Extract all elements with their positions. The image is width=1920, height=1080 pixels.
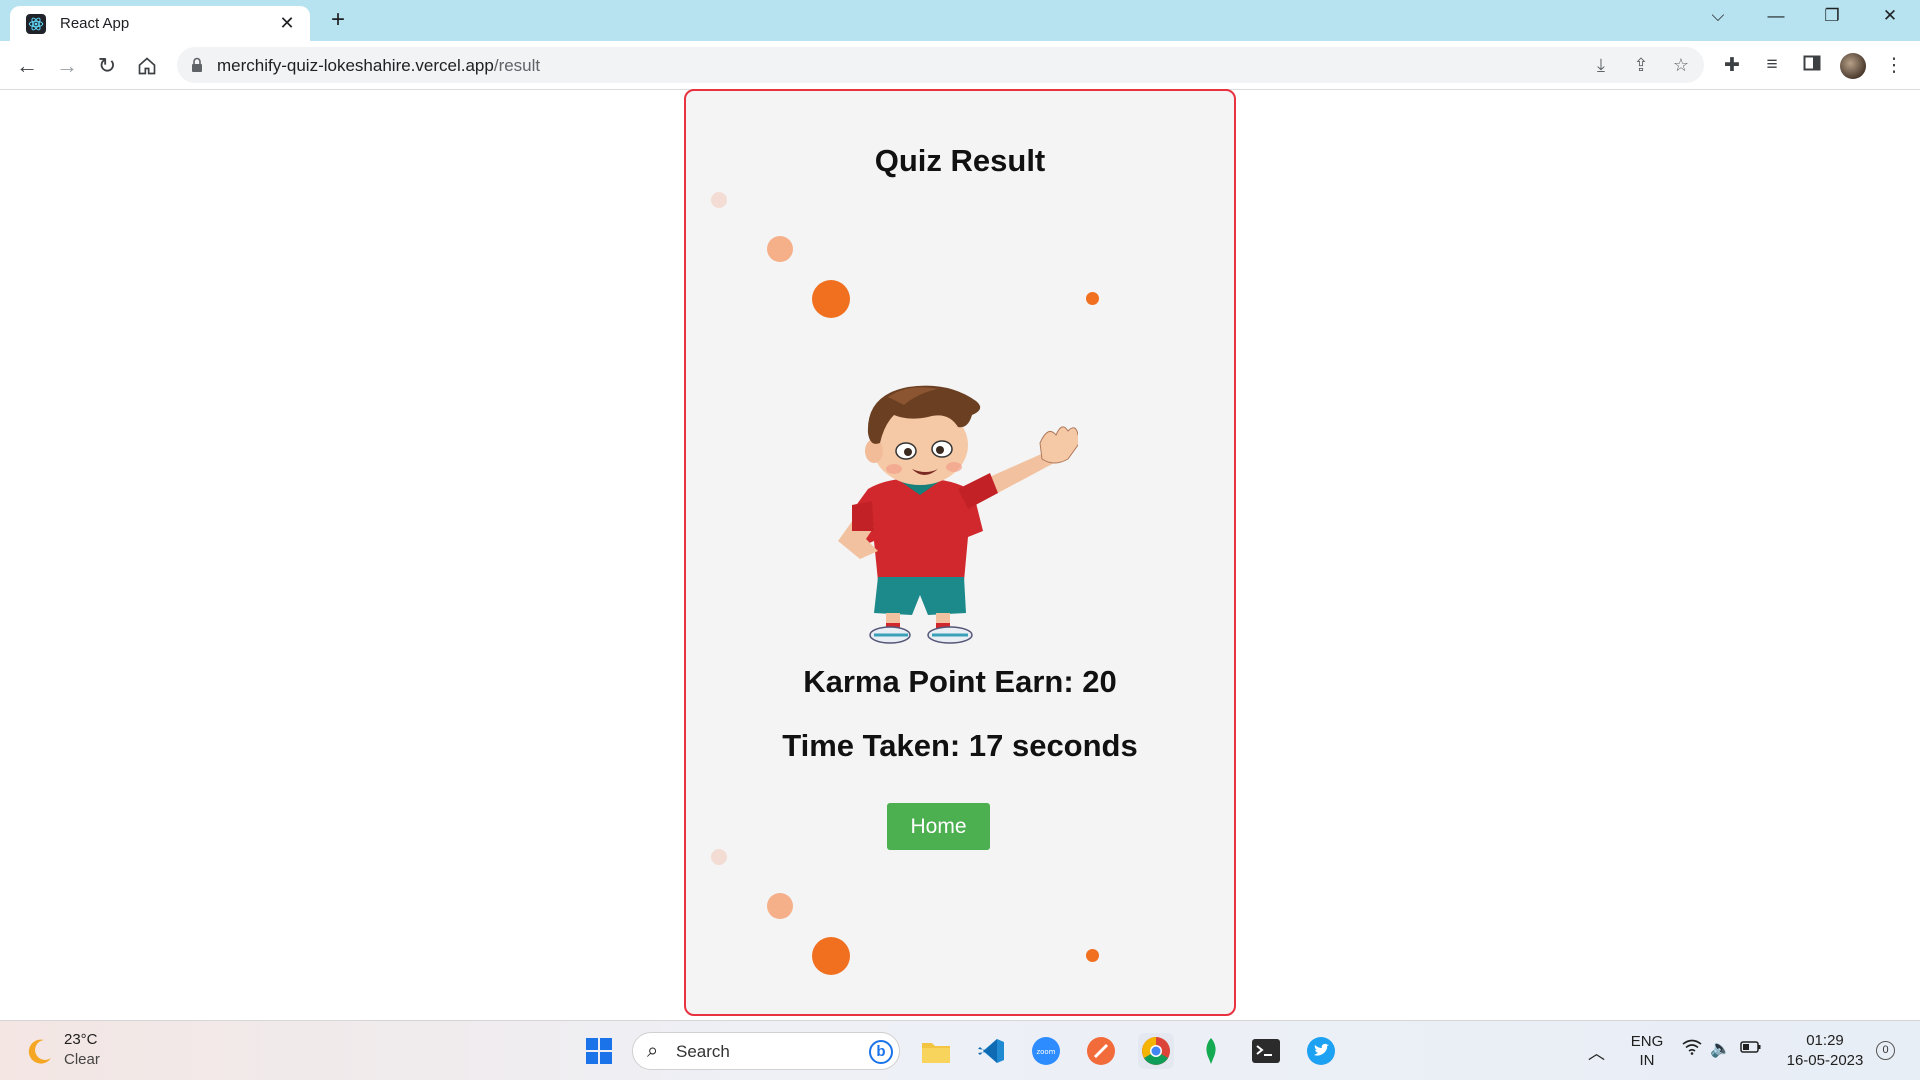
decor-dot: [767, 236, 793, 262]
mongodb-icon[interactable]: [1193, 1033, 1229, 1069]
forward-icon[interactable]: →: [54, 53, 80, 79]
tab-search-chevron-icon[interactable]: ⌵: [1704, 6, 1732, 26]
decor-dot: [1086, 949, 1099, 962]
lock-icon[interactable]: [191, 57, 203, 73]
zoom-icon[interactable]: zoom: [1028, 1033, 1064, 1069]
weather-temperature: 23°C: [64, 1031, 98, 1048]
vscode-icon[interactable]: [973, 1033, 1009, 1069]
restore-icon[interactable]: ❐: [1818, 6, 1846, 26]
close-window-icon[interactable]: ✕: [1876, 6, 1904, 26]
karma-points-text: Karma Point Earn: 20: [803, 664, 1117, 699]
decor-dot: [767, 893, 793, 919]
taskbar: 23°C Clear ⌕ Search b zoom ︿ ENG IN 🔈 01…: [0, 1020, 1920, 1080]
side-panel-icon[interactable]: [1800, 54, 1824, 78]
clock-date[interactable]: 16-05-2023: [1780, 1052, 1870, 1069]
address-bar[interactable]: merchify-quiz-lokeshahire.vercel.app/res…: [177, 47, 1704, 83]
start-icon[interactable]: [581, 1033, 617, 1069]
twitter-icon[interactable]: [1303, 1033, 1339, 1069]
decor-dot: [812, 937, 850, 975]
search-placeholder: Search: [676, 1042, 730, 1061]
file-explorer-icon[interactable]: [918, 1033, 954, 1069]
react-icon: [26, 13, 46, 34]
svg-text:zoom: zoom: [1036, 1048, 1055, 1056]
time-taken-text: Time Taken: 17 seconds: [782, 728, 1138, 763]
show-hidden-icons-chevron-icon[interactable]: ︿: [1588, 1039, 1605, 1064]
url-text: merchify-quiz-lokeshahire.vercel.app/res…: [217, 56, 541, 75]
new-tab-icon[interactable]: +: [326, 8, 350, 33]
chrome-icon[interactable]: [1138, 1033, 1174, 1069]
moon-weather-icon[interactable]: [24, 1036, 54, 1066]
volume-icon[interactable]: 🔈: [1710, 1039, 1731, 1059]
bing-icon[interactable]: b: [869, 1040, 893, 1064]
compass-app-icon[interactable]: [1083, 1033, 1119, 1069]
tab-react-app[interactable]: React App ✕: [10, 6, 310, 41]
decor-dot: [1086, 292, 1099, 305]
reload-icon[interactable]: ↻: [94, 53, 120, 79]
tab-strip: React App ✕ + ⌵ — ❐ ✕: [0, 0, 1920, 41]
extensions-icon[interactable]: ✚: [1720, 54, 1744, 78]
notification-badge[interactable]: 0: [1876, 1041, 1895, 1060]
back-icon[interactable]: ←: [14, 53, 40, 79]
home-icon[interactable]: [134, 53, 160, 79]
decor-dot: [711, 192, 727, 208]
language-top[interactable]: ENG: [1630, 1033, 1664, 1050]
page-title: Quiz Result: [874, 143, 1046, 178]
minimize-icon[interactable]: —: [1762, 6, 1790, 26]
home-button[interactable]: Home: [887, 803, 990, 850]
wifi-icon[interactable]: [1682, 1039, 1702, 1060]
battery-icon[interactable]: [1740, 1039, 1762, 1059]
install-app-icon[interactable]: ⤓: [1590, 55, 1612, 75]
clock-time[interactable]: 01:29: [1780, 1032, 1870, 1049]
boy-waving-illustration: [838, 385, 1078, 644]
terminal-icon[interactable]: [1248, 1033, 1284, 1069]
menu-kebab-icon[interactable]: ⋮: [1882, 54, 1906, 78]
media-queue-icon[interactable]: ≡: [1760, 54, 1784, 78]
profile-avatar[interactable]: [1840, 53, 1866, 79]
bookmark-star-icon[interactable]: ☆: [1670, 55, 1692, 75]
taskbar-search[interactable]: ⌕ Search b: [632, 1032, 900, 1070]
language-bottom[interactable]: IN: [1630, 1052, 1664, 1069]
browser-toolbar: ← → ↻ merchify-quiz-lokeshahire.vercel.a…: [0, 41, 1920, 90]
weather-condition: Clear: [64, 1051, 100, 1068]
search-icon: ⌕: [647, 1040, 659, 1062]
share-icon[interactable]: ⇪: [1630, 55, 1652, 75]
decor-dot: [812, 280, 850, 318]
tab-close-icon[interactable]: ✕: [276, 13, 298, 34]
result-card: Quiz Result Karma Point Earn: 20 Time Ta…: [684, 89, 1236, 1016]
tab-title: React App: [60, 15, 130, 32]
decor-dot: [711, 849, 727, 865]
